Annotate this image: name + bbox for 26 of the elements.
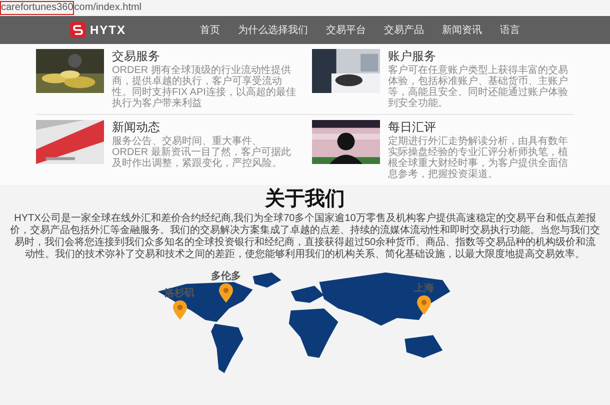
- card-description: 服务公告、交易时间、重大事件、ORDER 最新资讯一目了然，客户可据此及时作出调整，紧跟变化，严控风险。: [112, 136, 292, 169]
- nav-link[interactable]: 新闻资讯: [442, 22, 482, 38]
- logo-text: HYTX: [90, 22, 126, 39]
- card-title: 每日汇评: [388, 120, 437, 134]
- card-description: 客户可在任意账户类型上获得丰富的交易体验，包括标准账户、基础货币、主账户等，高能且安全。同时还能通过账户体验到安全功能。: [388, 65, 569, 109]
- map-pin-icon: [416, 295, 431, 316]
- nav-link[interactable]: 交易产品: [384, 22, 424, 38]
- logo-icon: [70, 22, 86, 38]
- nav-link[interactable]: 语言: [500, 22, 520, 38]
- city-label: 洛杉矶: [164, 288, 195, 300]
- url-path: com/index.html: [74, 2, 142, 14]
- card-description: ORDER 拥有全球顶级的行业流动性提供商，提供卓越的执行，客户可享受流动性。同时支持FIX API连接，以高超的最佳执行为客户带来利益: [112, 65, 297, 109]
- nav-link[interactable]: 交易平台: [326, 22, 366, 38]
- about-text: HYTX公司是一家全球在线外汇和差价合约经纪商,我们为全球70多个国家逾10万零售及机构客户提供高速稳定的交易平台和低点差报价，交易产品包括外汇等金融服务。我们的交易解决方案集成了卓越的点差、持续的流媒体流动性和即时交易执行功能。当您与我们交易时，我们会将您连接到我们众多知名的全球投资银行和经纪商，直接获得超过50余种货币、商品、指数等交易品种的机构级价和流动性。我们的技术弥补了交易和技术之间的差距，使您能够利用我们的机构关系、简化基础设施，以最大限度地提高交易效率。: [9, 213, 601, 261]
- city-label: 多伦多: [210, 270, 241, 283]
- section-title: 关于我们: [265, 187, 345, 211]
- card-description: 定期进行外汇走势解读分析，由具有数年实际操盘经验的专业汇评分析师执笔，植根全球重大财经时事，为客户提供全面信息参考，把握投资渠道。: [388, 136, 569, 180]
- card-title: 交易服务: [112, 49, 161, 63]
- city-label: 上海: [414, 283, 434, 296]
- card-title: 账户服务: [388, 49, 437, 63]
- nav-link[interactable]: 首页: [200, 22, 220, 38]
- card-title: 新闻动态: [112, 120, 161, 134]
- url-domain: carefortunes360: [0, 1, 74, 15]
- map-pin-icon: [172, 300, 187, 320]
- map-pin-icon: [218, 282, 233, 303]
- nav-link[interactable]: 为什么选择我们: [238, 22, 308, 38]
